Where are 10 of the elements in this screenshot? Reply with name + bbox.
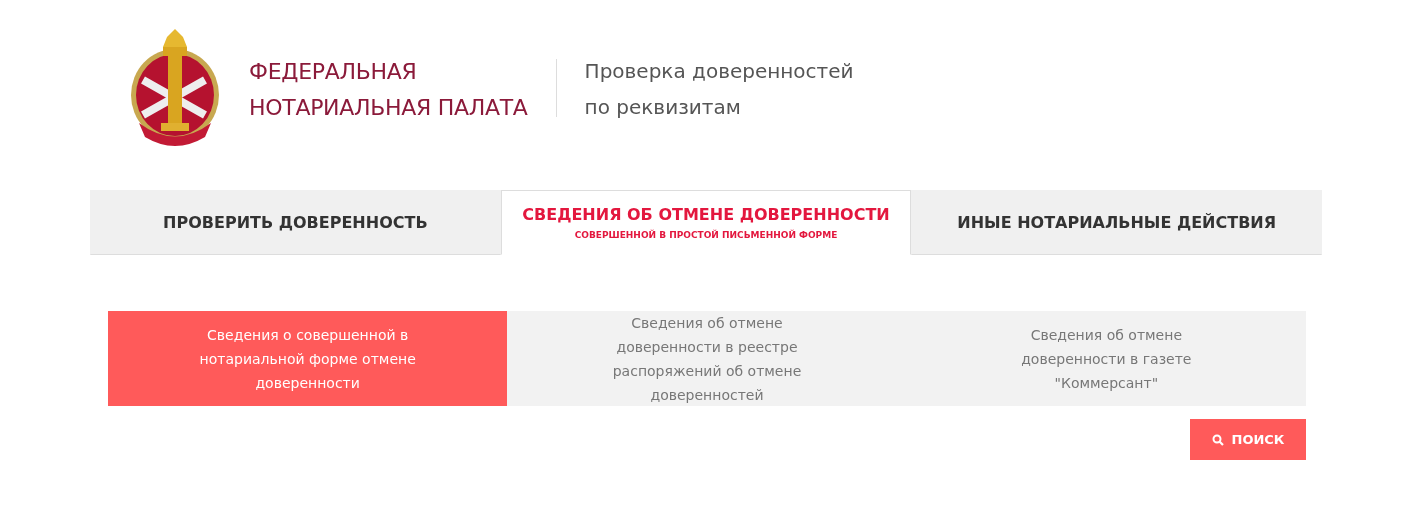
- tab[interactable]: ИНЫЕ НОТАРИАЛЬНЫЕ ДЕЙСТВИЯ: [911, 190, 1322, 255]
- org-name: ФЕДЕРАЛЬНАЯ: [249, 58, 418, 86]
- page-subtitle: Проверка доверенностей: [584, 58, 854, 85]
- sub-tab[interactable]: Сведения о совершенной в нотариальной форме отмене доверенности: [108, 311, 508, 406]
- tab[interactable]: СВЕДЕНИЯ ОБ ОТМЕНЕ ДОВЕРЕННОСТИ СОВЕРШЕННОЙ В ПРОСТОЙ ПИСЬМЕННОЙ ФОРМЕ: [500, 190, 912, 255]
- org-name: НОТАРИАЛЬНАЯ ПАЛАТА: [249, 94, 528, 122]
- search-button[interactable]: ПОИСК: [1190, 419, 1306, 460]
- tab[interactable]: ПРОВЕРИТЬ ДОВЕРЕННОСТЬ: [90, 190, 501, 255]
- page-subtitle: по реквизитам: [584, 94, 742, 121]
- search-icon: [1211, 433, 1224, 446]
